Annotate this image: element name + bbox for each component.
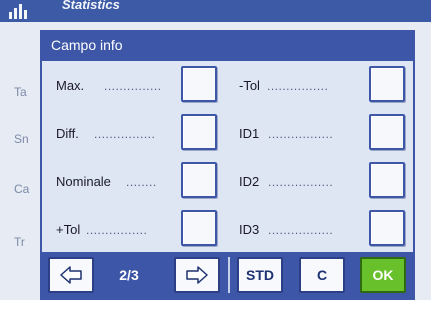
background-title-bar: Statistics xyxy=(0,0,431,22)
checkbox-id3[interactable] xyxy=(369,210,405,246)
background-side-label: Ta xyxy=(14,85,27,99)
checkbox-max[interactable] xyxy=(181,66,217,102)
background-side-label: Ca xyxy=(14,182,30,196)
item-label-id3: ID3 xyxy=(239,222,260,237)
item-dots: ................ xyxy=(267,79,329,93)
item-dots: ................ xyxy=(86,223,148,237)
item-dots: ................ xyxy=(94,127,156,141)
arrow-right-icon xyxy=(186,266,208,284)
item-dots: ................. xyxy=(268,127,334,141)
background-window-title: Statistics xyxy=(62,0,120,12)
std-button[interactable]: STD xyxy=(237,257,283,293)
next-page-button[interactable] xyxy=(174,257,220,293)
checkbox-id1[interactable] xyxy=(369,114,405,150)
toolbar-separator xyxy=(228,257,230,293)
background-side-label: Tr xyxy=(14,235,25,249)
item-dots: ................. xyxy=(268,175,334,189)
background-bottom-strip xyxy=(0,300,431,327)
item-label-minus-tol: -Tol xyxy=(239,78,260,93)
item-label-plus-tol: +Tol xyxy=(56,222,81,237)
clear-button[interactable]: C xyxy=(299,257,345,293)
item-dots: ................. xyxy=(268,223,334,237)
item-label-id2: ID2 xyxy=(239,174,260,189)
info-field-dialog: Campo info Max. ............... Diff. ..… xyxy=(40,30,415,300)
checkbox-plus-tol[interactable] xyxy=(181,210,217,246)
balance-app-icon xyxy=(9,4,27,19)
item-label-nominale: Nominale xyxy=(56,174,111,189)
dialog-toolbar: 2/3 STD C OK xyxy=(42,252,413,298)
ok-button[interactable]: OK xyxy=(360,257,406,293)
item-label-diff: Diff. xyxy=(56,126,79,141)
checkbox-nominale[interactable] xyxy=(181,162,217,198)
checkbox-id2[interactable] xyxy=(369,162,405,198)
item-dots: ............... xyxy=(104,79,162,93)
dialog-title: Campo info xyxy=(42,32,413,61)
item-dots: ........ xyxy=(126,175,157,189)
background-side-label: Sn xyxy=(14,132,29,146)
item-label-max: Max. xyxy=(56,78,85,93)
arrow-left-icon xyxy=(60,266,82,284)
item-label-id1: ID1 xyxy=(239,126,260,141)
page-indicator: 2/3 xyxy=(119,267,139,283)
checkbox-minus-tol[interactable] xyxy=(369,66,405,102)
checkbox-diff[interactable] xyxy=(181,114,217,150)
previous-page-button[interactable] xyxy=(48,257,94,293)
